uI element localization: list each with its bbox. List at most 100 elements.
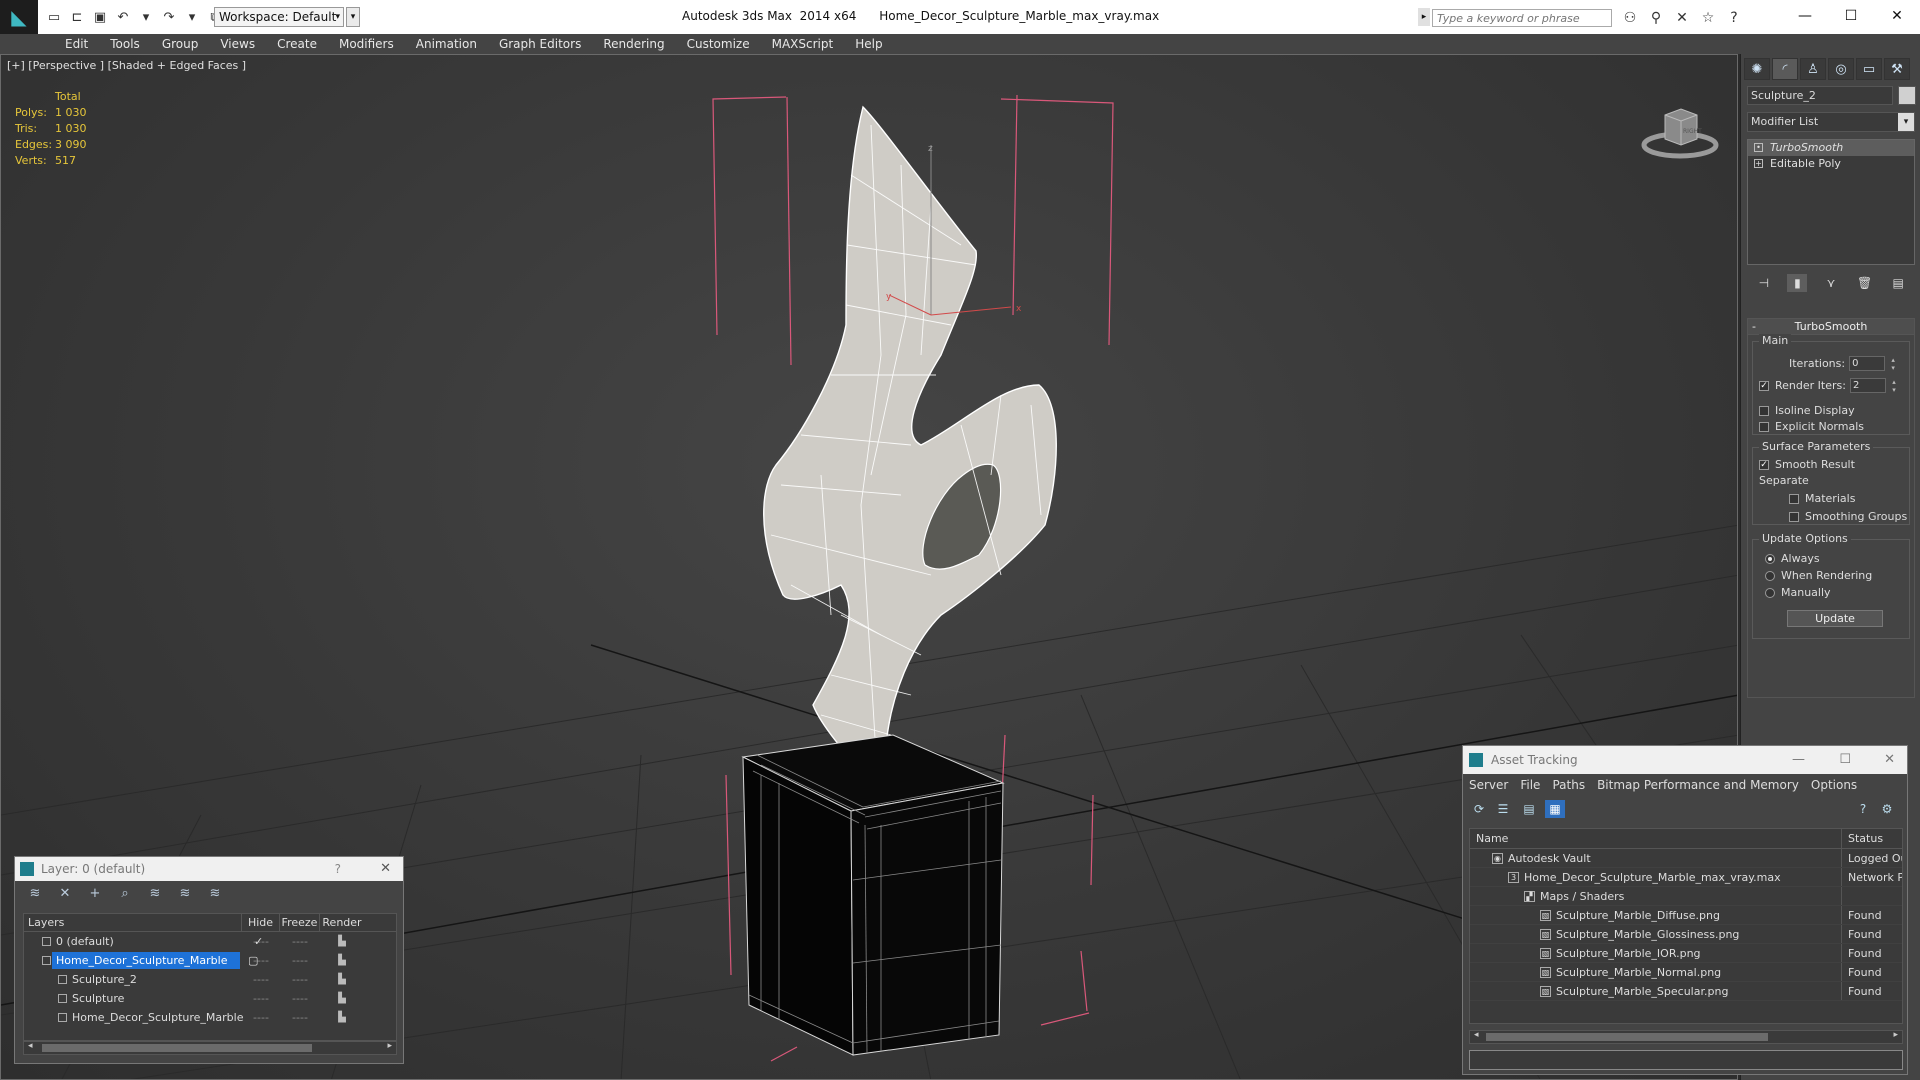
configure-sets-icon[interactable]: ▤ [1888,274,1908,292]
table-row[interactable]: Home_Decor_Sculpture_Marble ▢ ---- ---- ▙ [24,951,396,970]
create-layer-icon[interactable]: ≋ [25,885,45,903]
minimize-icon[interactable]: — [1792,746,1805,774]
table-row[interactable]: ▞ Maps / Shaders [1470,887,1902,906]
col-hide[interactable]: Hide [242,914,280,931]
col-freeze[interactable]: Freeze [280,914,320,931]
table-row[interactable]: Home_Decor_Sculpture_Marble ---- ---- ▙ [24,1008,396,1027]
table-row[interactable]: ▧ Sculpture_Marble_Specular.png Found [1470,982,1902,1001]
subscription-icon[interactable]: ⚲ [1646,8,1666,28]
asset-path-field[interactable] [1469,1050,1903,1070]
select-objects-icon[interactable]: ⌕ [115,885,135,903]
menu-views[interactable]: Views [209,34,266,54]
help-icon[interactable]: ? [335,857,341,881]
menu-maxscript[interactable]: MAXScript [761,34,845,54]
layer-dialog-titlebar[interactable]: Layer: 0 (default) ? ✕ [15,857,403,881]
maximize-button[interactable]: ☐ [1828,0,1874,32]
help-icon[interactable]: ? [1853,800,1873,818]
freeze-toggle[interactable]: ---- [280,951,320,970]
table-row[interactable]: ▧ Sculpture_Marble_IOR.png Found [1470,944,1902,963]
explicit-normals-checkbox[interactable] [1759,421,1769,432]
workspace-select[interactable]: Workspace: Default ▾ [214,7,344,27]
smoothing-groups-checkbox[interactable] [1789,511,1799,522]
asset-menu-server[interactable]: Server [1469,774,1508,796]
when-rendering-radio[interactable] [1765,570,1775,581]
refresh-icon[interactable]: ⟳ [1469,800,1489,818]
smooth-result-checkbox[interactable]: ✓ [1759,459,1769,470]
render-teapot-icon[interactable]: ▙ [320,951,364,970]
rollout-header[interactable]: - TurboSmooth [1748,319,1914,335]
detail-view-icon[interactable]: ▤ [1519,800,1539,818]
col-name[interactable]: Name [1470,829,1842,848]
motion-tab-icon[interactable]: ◎ [1828,58,1854,80]
hide-toggle[interactable]: ---- [242,989,280,1008]
close-icon[interactable]: ✕ [380,857,391,881]
scroll-left-icon[interactable]: ◂ [28,1041,33,1051]
asset-hscrollbar[interactable]: ◂ ▸ [1469,1030,1903,1044]
hierarchy-tab-icon[interactable]: ♙ [1800,58,1826,80]
minimize-button[interactable]: — [1782,0,1828,32]
utilities-tab-icon[interactable]: ⚒ [1884,58,1910,80]
table-row[interactable]: Sculpture_2 ---- ---- ▙ [24,970,396,989]
communication-icon[interactable]: ✕ [1672,8,1692,28]
asset-menu-file[interactable]: File [1520,774,1540,796]
menu-customize[interactable]: Customize [676,34,761,54]
menu-animation[interactable]: Animation [405,34,488,54]
render-teapot-icon[interactable]: ▙ [320,1008,364,1027]
display-tab-icon[interactable]: ▭ [1856,58,1882,80]
update-button[interactable]: Update [1787,610,1883,627]
menu-modifiers[interactable]: Modifiers [328,34,405,54]
scroll-left-icon[interactable]: ◂ [1474,1030,1479,1040]
qa-customize-icon[interactable]: ▾ [346,7,360,27]
scroll-thumb[interactable] [42,1044,312,1052]
menu-tools[interactable]: Tools [99,34,151,54]
always-radio[interactable] [1765,553,1775,564]
layer-set-current-icon[interactable]: ▢ [248,951,258,970]
stack-item-turbosmooth[interactable]: • TurboSmooth [1748,140,1914,156]
modifier-list-dropdown[interactable]: Modifier List ▾ [1747,112,1915,132]
help-icon[interactable]: ? [1724,8,1744,28]
hide-toggle[interactable]: ---- [242,1008,280,1027]
iterations-spinner[interactable]: 0 [1849,356,1896,372]
asset-menu-options[interactable]: Options [1811,774,1857,796]
add-to-layer-icon[interactable]: + [85,885,105,903]
delete-layer-icon[interactable]: ✕ [55,885,75,903]
col-render[interactable]: Render [320,914,364,931]
hide-toggle[interactable]: ---- [242,970,280,989]
freeze-toggle[interactable]: ---- [280,1008,320,1027]
viewport-label[interactable]: [+] [Perspective ] [Shaded + Edged Faces… [7,59,246,72]
render-teapot-icon[interactable]: ▙ [320,970,364,989]
menu-edit[interactable]: Edit [54,34,99,54]
lightbulb-icon[interactable]: • [1754,143,1763,152]
col-layers[interactable]: Layers [24,914,242,931]
open-icon[interactable]: ⊏ [67,6,87,28]
undo-dropdown-icon[interactable]: ▾ [136,6,156,28]
sculpture-mesh[interactable] [763,105,1057,783]
hide-all-layers-icon[interactable]: ≋ [175,885,195,903]
freeze-toggle[interactable]: ---- [280,989,320,1008]
menu-help[interactable]: Help [844,34,893,54]
undo-icon[interactable]: ↶ [113,6,133,28]
show-end-result-icon[interactable]: ▮ [1787,274,1808,292]
layer-hscrollbar[interactable]: ◂ ▸ [23,1041,397,1055]
scroll-right-icon[interactable]: ▸ [1893,1030,1898,1040]
close-button[interactable]: ✕ [1874,0,1920,32]
asset-menu-paths[interactable]: Paths [1552,774,1585,796]
search-expand-icon[interactable]: ▸ [1418,8,1430,26]
search-input[interactable] [1432,9,1612,27]
app-menu-button[interactable]: ◣ [0,0,38,34]
modify-tab-icon[interactable]: ◜ [1772,58,1798,80]
render-teapot-icon[interactable]: ▙ [320,989,364,1008]
freeze-all-layers-icon[interactable]: ≋ [205,885,225,903]
new-icon[interactable]: ▭ [44,6,64,28]
highlight-layer-icon[interactable]: ≋ [145,885,165,903]
render-teapot-icon[interactable]: ▙ [320,932,364,951]
menu-rendering[interactable]: Rendering [592,34,675,54]
isoline-checkbox[interactable] [1759,405,1769,416]
menu-group[interactable]: Group [151,34,210,54]
freeze-toggle[interactable]: ---- [280,970,320,989]
binoculars-icon[interactable]: ⚇ [1620,8,1640,28]
table-row[interactable]: 3 Home_Decor_Sculpture_Marble_max_vray.ma… [1470,868,1902,887]
scroll-thumb[interactable] [1486,1033,1768,1041]
stack-item-editable-poly[interactable]: + Editable Poly [1748,156,1914,172]
object-color-swatch[interactable] [1898,86,1916,105]
